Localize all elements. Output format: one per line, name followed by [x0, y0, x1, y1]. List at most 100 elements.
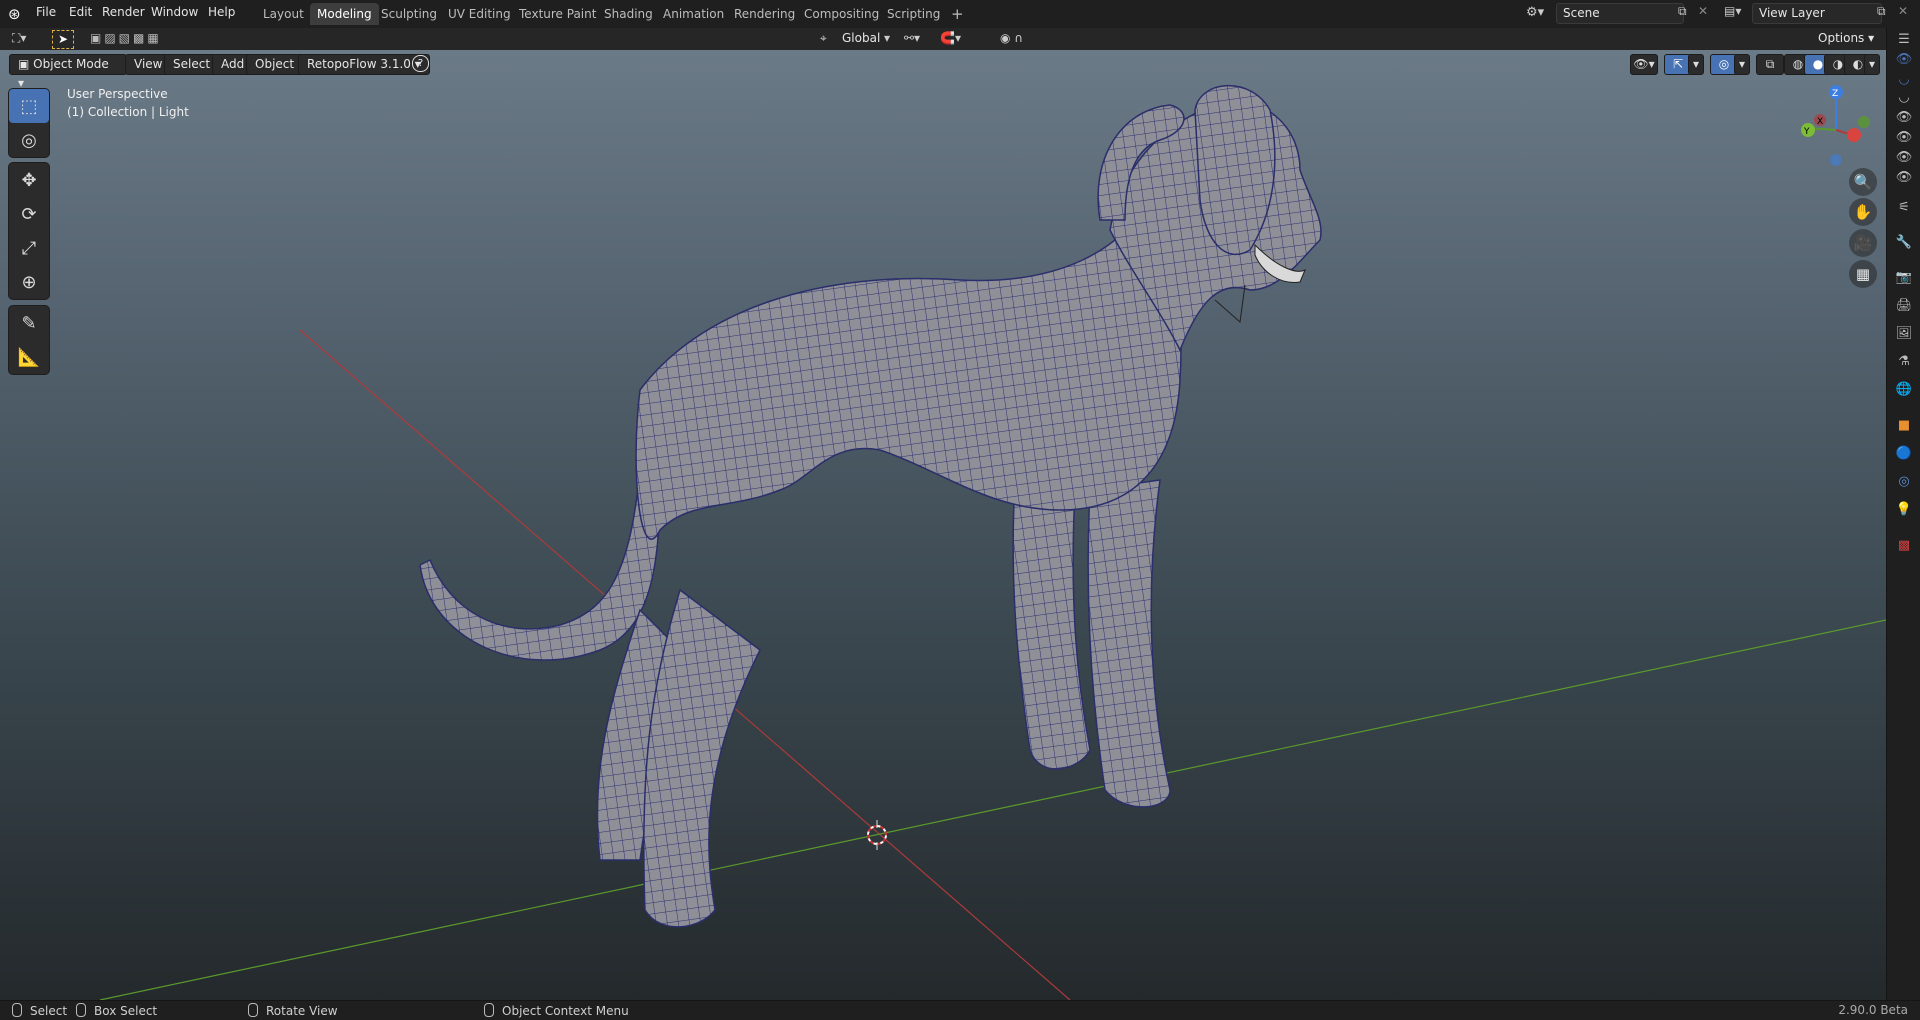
transform-orientation-icon[interactable]: ⌖ — [820, 31, 827, 46]
visibility-icon[interactable]: 👁▾ — [1630, 54, 1658, 75]
scene-properties-icon[interactable]: ⚗ — [1894, 352, 1914, 372]
orientation-chevron-icon: ▾ — [884, 31, 891, 45]
world-properties-icon[interactable]: 🌐 — [1894, 380, 1914, 400]
render-properties-icon[interactable]: 📷 — [1894, 268, 1914, 288]
output-properties-icon[interactable]: 🖨 — [1894, 296, 1914, 316]
status-box-select: Box Select — [76, 1003, 157, 1018]
pivot-point-icon[interactable]: ⚯▾ — [904, 31, 920, 45]
view-layer-properties-icon[interactable]: 🖼 — [1894, 324, 1914, 344]
top-bar: ⊛ File Edit Render Window Help Layout Mo… — [0, 0, 1920, 29]
toolbar-transform-group: ✥ ⟳ ⤢ ⊕ — [8, 162, 50, 300]
scene-icon[interactable]: ⚙▾ — [1526, 5, 1544, 20]
add-workspace-button[interactable]: + — [944, 3, 971, 25]
viewport-perspective-label: User Perspective — [67, 87, 168, 101]
tab-animation[interactable]: Animation — [656, 3, 731, 25]
viewport-scene: Z Y X — [99, 84, 1886, 1000]
gizmo-chevron-icon[interactable]: ▾ — [1688, 54, 1704, 75]
new-view-layer-icon[interactable]: ⧉ — [1877, 4, 1886, 19]
collapse-icon[interactable]: ◡ — [1894, 70, 1914, 90]
visibility-eye-icon[interactable]: 👁 — [1894, 50, 1914, 70]
scene-field[interactable]: Scene — [1556, 3, 1684, 24]
transform-orientation-dropdown[interactable]: Global — [842, 31, 880, 45]
select-box-tool-icon[interactable]: ⬚ — [9, 89, 49, 123]
physics-properties-icon[interactable]: ◎ — [1894, 472, 1914, 492]
version-label: 2.90.0 Beta — [1838, 1003, 1908, 1017]
tab-rendering[interactable]: Rendering — [727, 3, 802, 25]
help-button[interactable]: ? — [412, 55, 429, 72]
toolbar-select-group: ⬚ ◎ — [8, 88, 50, 158]
ortho-grid-icon[interactable]: ▦ — [1849, 260, 1877, 288]
editor-type-icon[interactable]: ⛶▾ — [12, 31, 26, 46]
3d-viewport[interactable]: Z Y X ▣ Object Mode ▾ View Select Add Ob… — [0, 50, 1886, 1000]
delete-scene-icon[interactable]: ✕ — [1698, 4, 1708, 18]
options-dropdown[interactable]: Options ▾ — [1818, 31, 1874, 45]
status-bar: Select Box Select Rotate View Object Con… — [0, 1000, 1920, 1020]
tab-shading[interactable]: Shading — [597, 3, 660, 25]
modifier-properties-icon[interactable]: 🔵 — [1894, 444, 1914, 464]
object-data-properties-icon[interactable]: 💡 — [1894, 500, 1914, 520]
cursor-tool-icon[interactable]: ➤ — [52, 30, 74, 49]
tab-scripting[interactable]: Scripting — [880, 3, 947, 25]
status-rotate-view-label: Rotate View — [266, 1004, 338, 1018]
tab-modeling[interactable]: Modeling — [310, 3, 379, 25]
status-context-menu-label: Object Context Menu — [502, 1004, 629, 1018]
menu-help[interactable]: Help — [208, 5, 235, 19]
zoom-icon[interactable]: 🔍 — [1849, 168, 1877, 196]
tool-properties-icon[interactable]: 🔧 — [1894, 233, 1914, 253]
mouse-left-icon — [12, 1003, 22, 1017]
tab-uv-editing[interactable]: UV Editing — [441, 3, 518, 25]
dog-eye-icon[interactable]: 👁 — [1894, 148, 1914, 168]
rotate-tool-icon[interactable]: ⟳ — [9, 197, 49, 231]
scale-tool-icon[interactable]: ⤢ — [9, 231, 49, 265]
proportional-edit-icon[interactable]: ◉ ∩ — [1000, 31, 1023, 45]
object-mode-label: Object Mode — [33, 57, 109, 71]
retopoflow-dropdown[interactable]: RetopoFlow 3.1.0 ▾ — [298, 54, 430, 75]
overlay-chevron-icon[interactable]: ▾ — [1734, 54, 1750, 75]
menu-file[interactable]: File — [36, 5, 56, 19]
mouse-middle-icon — [248, 1003, 258, 1017]
view-layer-icon[interactable]: ▤▾ — [1724, 4, 1741, 18]
tab-layout[interactable]: Layout — [256, 3, 311, 25]
object-properties-icon[interactable]: ■ — [1894, 416, 1914, 436]
new-scene-icon[interactable]: ⧉ — [1678, 4, 1687, 19]
menu-window[interactable]: Window — [151, 5, 198, 19]
dog-mesh[interactable] — [419, 84, 1322, 928]
measure-tool-icon[interactable]: 📐 — [9, 340, 49, 374]
shading-chevron-icon[interactable]: ▾ — [1864, 54, 1880, 75]
tab-compositing[interactable]: Compositing — [797, 3, 886, 25]
menu-edit[interactable]: Edit — [69, 5, 92, 19]
pan-hand-icon[interactable]: ✋ — [1849, 198, 1877, 226]
transform-tool-icon[interactable]: ⊕ — [9, 265, 49, 299]
annotate-tool-icon[interactable]: ✎ — [9, 306, 49, 340]
collection-eye-icon[interactable]: ◡ — [1894, 88, 1914, 108]
retopo-eye-icon[interactable]: 👁 — [1894, 168, 1914, 188]
tab-texture-paint[interactable]: Texture Paint — [512, 3, 603, 25]
gizmo-x-label: X — [1817, 117, 1823, 127]
menu-render[interactable]: Render — [102, 5, 145, 19]
select-menu[interactable]: Select — [164, 54, 220, 75]
texture-properties-icon[interactable]: ▩ — [1894, 536, 1914, 556]
navigation-gizmo[interactable]: Z Y X — [1801, 85, 1870, 166]
xray-toggle-icon[interactable]: ⧉ — [1756, 54, 1784, 75]
selection-mode-icons[interactable]: ▣▨▧▩▦ — [90, 31, 162, 45]
object-menu[interactable]: Object — [246, 54, 304, 75]
delete-view-layer-icon[interactable]: ✕ — [1898, 4, 1908, 18]
light-eye-icon[interactable]: 👁 — [1894, 128, 1914, 148]
status-select: Select — [12, 1003, 67, 1018]
camera-eye-icon[interactable]: 👁 — [1894, 108, 1914, 128]
tab-sculpting[interactable]: Sculpting — [374, 3, 444, 25]
view-layer-field[interactable]: View Layer — [1752, 3, 1882, 24]
gizmo-z-label: Z — [1832, 89, 1838, 99]
outliner-icon[interactable]: ☰ — [1894, 30, 1914, 50]
status-rotate-view: Rotate View — [248, 1003, 338, 1018]
options-label: Options — [1818, 31, 1865, 45]
snap-icon[interactable]: 🧲▾ — [940, 31, 961, 45]
mouse-drag-icon — [76, 1003, 86, 1017]
properties-editor-icon[interactable]: ⚟ — [1894, 198, 1914, 218]
cursor-tool-icon[interactable]: ◎ — [9, 123, 49, 157]
blender-logo-icon[interactable]: ⊛ — [8, 5, 21, 23]
move-tool-icon[interactable]: ✥ — [9, 163, 49, 197]
camera-view-icon[interactable]: 🎥 — [1849, 229, 1877, 257]
retopoflow-label: RetopoFlow 3.1.0 — [307, 57, 411, 71]
object-mode-dropdown[interactable]: ▣ Object Mode ▾ — [9, 54, 127, 90]
